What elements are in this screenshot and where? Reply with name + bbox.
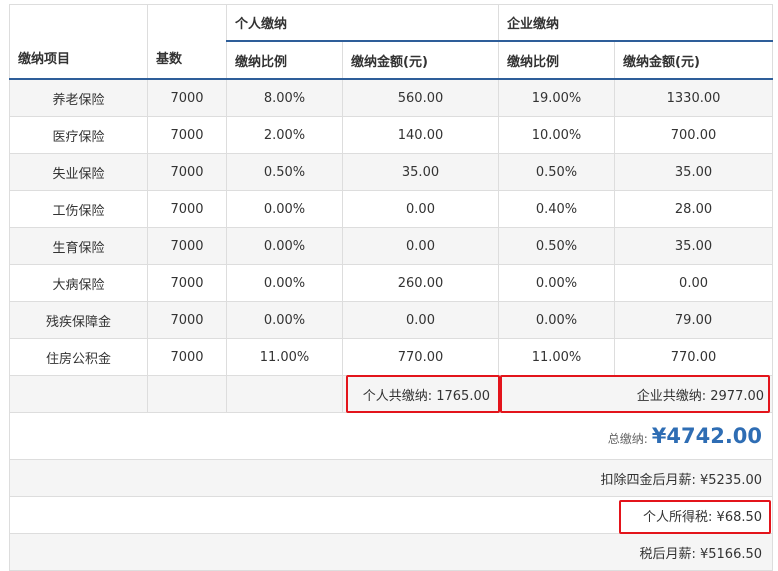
table-row: 养老保险 7000 8.00% 560.00 19.00% 1330.00 <box>9 78 774 117</box>
personal-amount: 560.00 <box>341 78 500 117</box>
personal-rate: 0.00% <box>226 227 343 265</box>
company-rate: 0.50% <box>498 227 616 265</box>
personal-rate: 2.00% <box>226 116 343 154</box>
company-rate: 10.00% <box>498 116 616 154</box>
company-amount: 1330.00 <box>614 78 774 117</box>
personal-rate: 0.50% <box>226 153 343 191</box>
company-amount: 700.00 <box>614 116 774 154</box>
header-base: 基数 <box>147 4 227 80</box>
table-row: 工伤保险 7000 0.00% 0.00 0.40% 28.00 <box>9 190 774 228</box>
item-name: 养老保险 <box>9 78 148 117</box>
item-name: 医疗保险 <box>9 116 148 154</box>
personal-amount: 770.00 <box>341 338 500 376</box>
income-tax-highlight <box>619 500 771 534</box>
company-amount: 770.00 <box>614 338 774 376</box>
company-total-highlight <box>500 375 770 413</box>
personal-rate: 0.00% <box>226 301 343 339</box>
personal-total-highlight <box>346 375 500 413</box>
personal-amount: 0.00 <box>341 301 500 339</box>
header-company-rate: 缴纳比例 <box>498 40 616 80</box>
personal-amount: 260.00 <box>341 264 500 302</box>
item-name: 残疾保障金 <box>9 301 148 339</box>
item-name: 失业保险 <box>9 153 148 191</box>
header-personal-group: 个人缴纳 <box>225 4 500 42</box>
sum-empty-2 <box>147 375 227 413</box>
base-value: 7000 <box>147 264 227 302</box>
personal-amount: 140.00 <box>341 116 500 154</box>
sum-empty-3 <box>226 375 343 413</box>
personal-rate: 0.00% <box>226 264 343 302</box>
table-row: 大病保险 7000 0.00% 260.00 0.00% 0.00 <box>9 264 774 302</box>
personal-rate: 11.00% <box>226 338 343 376</box>
item-name: 工伤保险 <box>9 190 148 228</box>
company-amount: 35.00 <box>614 227 774 265</box>
company-rate: 0.50% <box>498 153 616 191</box>
personal-amount: 35.00 <box>341 153 500 191</box>
base-value: 7000 <box>147 301 227 339</box>
header-item: 缴纳项目 <box>9 4 148 80</box>
company-rate: 0.40% <box>498 190 616 228</box>
company-rate: 0.00% <box>498 264 616 302</box>
header-personal-rate: 缴纳比例 <box>226 40 343 80</box>
table-row: 生育保险 7000 0.00% 0.00 0.50% 35.00 <box>9 227 774 265</box>
company-rate: 11.00% <box>498 338 616 376</box>
grand-total-row: 总缴纳: ¥4742.00 <box>8 412 774 460</box>
personal-rate: 0.00% <box>226 190 343 228</box>
personal-rate: 8.00% <box>226 78 343 117</box>
table-row: 住房公积金 7000 11.00% 770.00 11.00% 770.00 <box>9 338 774 376</box>
company-amount: 79.00 <box>614 301 774 339</box>
personal-amount: 0.00 <box>341 190 500 228</box>
base-value: 7000 <box>147 190 227 228</box>
sum-empty-1 <box>9 375 148 413</box>
header-company-group: 企业缴纳 <box>498 4 774 42</box>
after-tax: 税后月薪: ¥5166.50 <box>8 533 774 571</box>
table-row: 残疾保障金 7000 0.00% 0.00 0.00% 79.00 <box>9 301 774 339</box>
table-row: 失业保险 7000 0.50% 35.00 0.50% 35.00 <box>9 153 774 191</box>
grand-total-label: 总缴纳: <box>607 432 648 446</box>
company-rate: 0.00% <box>498 301 616 339</box>
personal-amount: 0.00 <box>341 227 500 265</box>
company-amount: 0.00 <box>614 264 774 302</box>
grand-total-value: ¥4742.00 <box>651 424 763 448</box>
table-row: 医疗保险 7000 2.00% 140.00 10.00% 700.00 <box>9 116 774 154</box>
base-value: 7000 <box>147 78 227 117</box>
item-name: 住房公积金 <box>9 338 148 376</box>
base-value: 7000 <box>147 227 227 265</box>
base-value: 7000 <box>147 153 227 191</box>
insurance-table: 缴纳项目 基数 个人缴纳 企业缴纳 缴纳比例 缴纳金额(元) 缴纳比例 缴纳金额… <box>8 4 774 571</box>
company-rate: 19.00% <box>498 78 616 117</box>
header-personal-amount: 缴纳金额(元) <box>341 40 500 80</box>
item-name: 大病保险 <box>9 264 148 302</box>
company-amount: 35.00 <box>614 153 774 191</box>
item-name: 生育保险 <box>9 227 148 265</box>
header-company-amount: 缴纳金额(元) <box>614 40 774 80</box>
after-deduction: 扣除四金后月薪: ¥5235.00 <box>8 459 774 497</box>
company-amount: 28.00 <box>614 190 774 228</box>
base-value: 7000 <box>147 116 227 154</box>
base-value: 7000 <box>147 338 227 376</box>
